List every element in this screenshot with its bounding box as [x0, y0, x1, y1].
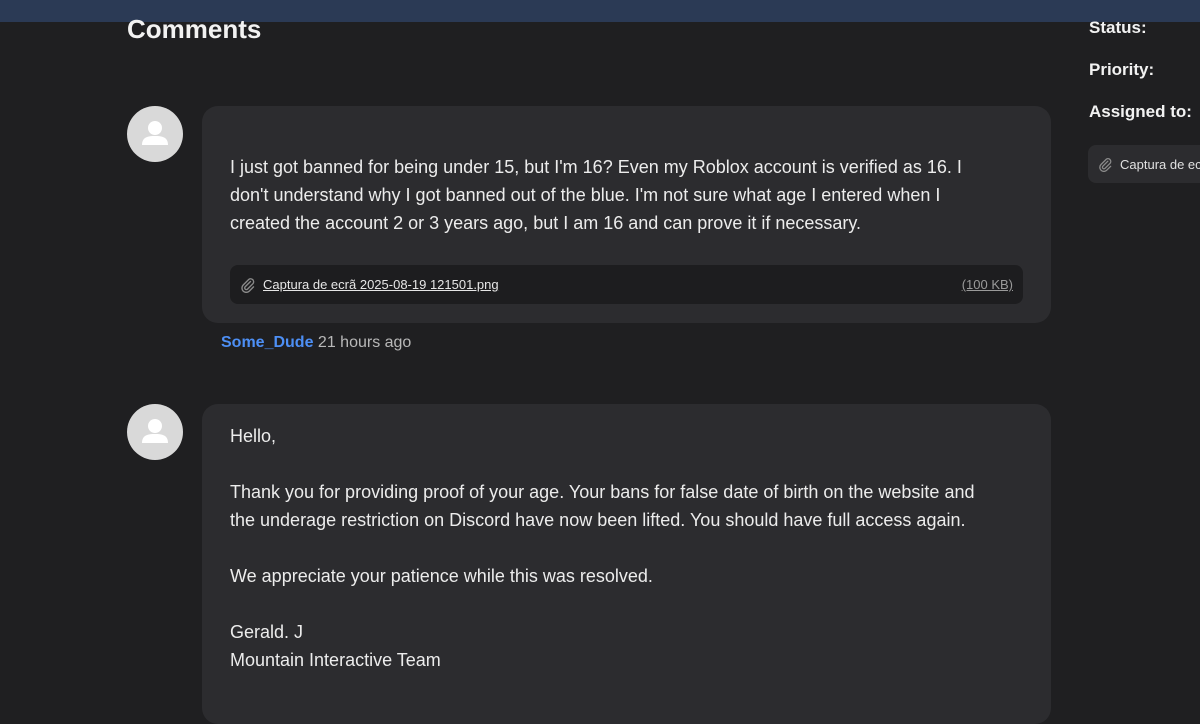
- comment-text: I just got banned for being under 15, bu…: [230, 153, 1030, 237]
- comment-bubble: Hello, Thank you for providing proof of …: [202, 404, 1051, 724]
- paperclip-icon: [1099, 157, 1112, 172]
- comment-greeting: Hello,: [230, 426, 277, 446]
- avatar: [127, 404, 183, 460]
- paperclip-icon: [241, 277, 255, 293]
- comment-line: created the account 2 or 3 years ago, bu…: [230, 213, 862, 233]
- comment-line: don't understand why I got banned out of…: [230, 185, 941, 205]
- attachment-row[interactable]: Captura de ecrã 2025-08-19 121501.png (1…: [230, 265, 1023, 304]
- signature-name: Gerald. J: [230, 622, 304, 642]
- comment-text: Hello, Thank you for providing proof of …: [230, 422, 1040, 674]
- sidebar-attachment[interactable]: Captura de ec: [1088, 145, 1200, 183]
- attachment-filename-link[interactable]: Captura de ecrã 2025-08-19 121501.png: [263, 277, 499, 292]
- comment-line: I just got banned for being under 15, bu…: [230, 157, 962, 177]
- priority-label: Priority:: [1089, 60, 1155, 79]
- comment-meta: Some_Dude 21 hours ago: [221, 334, 411, 352]
- sidebar-attachment-label[interactable]: Captura de ec: [1120, 157, 1200, 172]
- status-label: Status:: [1089, 18, 1147, 37]
- user-icon: [142, 419, 168, 443]
- comment-line: the underage restriction on Discord have…: [230, 510, 966, 530]
- signature-team: Mountain Interactive Team: [230, 650, 441, 670]
- comment-time: 21 hours ago: [317, 334, 412, 351]
- comments-heading: Comments: [127, 14, 262, 44]
- comment-line: Thank you for providing proof of your ag…: [230, 482, 975, 502]
- assigned-to-label: Assigned to:: [1089, 102, 1192, 121]
- avatar: [127, 106, 183, 162]
- attachment-size: (100 KB): [961, 277, 1013, 292]
- comment-line: We appreciate your patience while this w…: [230, 566, 653, 586]
- author-link[interactable]: Some_Dude: [221, 334, 313, 351]
- user-icon: [142, 121, 168, 145]
- comment-bubble: I just got banned for being under 15, bu…: [202, 106, 1051, 323]
